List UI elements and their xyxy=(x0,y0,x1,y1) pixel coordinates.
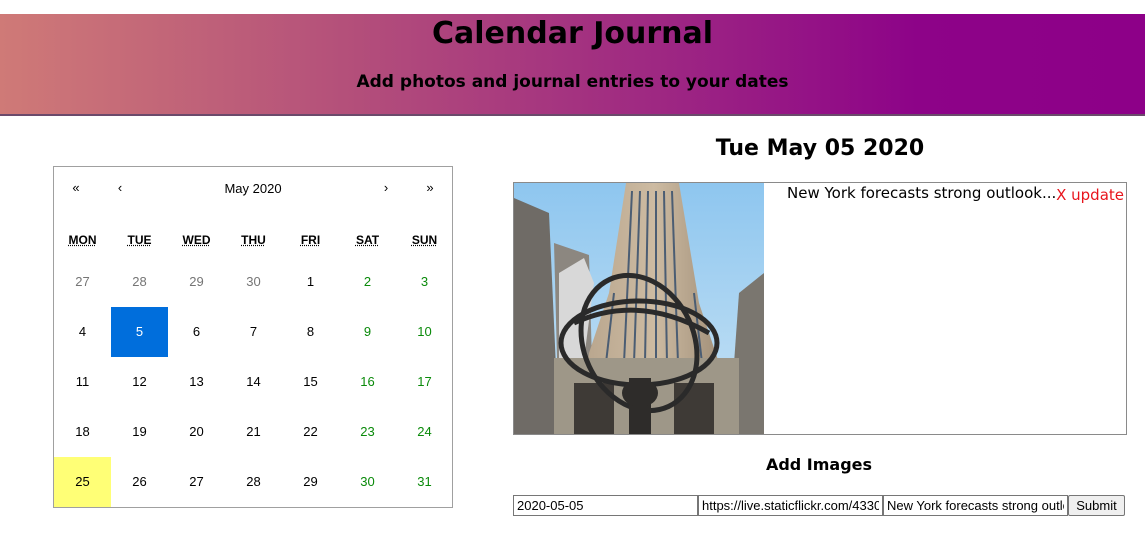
selected-date-title: Tue May 05 2020 xyxy=(715,136,925,161)
calendar-day[interactable]: 3 xyxy=(396,257,453,307)
calendar-day[interactable]: 20 xyxy=(168,407,225,457)
calendar-day[interactable]: 23 xyxy=(339,407,396,457)
calendar-day[interactable]: 10 xyxy=(396,307,453,357)
add-images-heading: Add Images xyxy=(765,455,873,474)
calendar: « ‹ May 2020 › » MON TUE WED THU FRI SAT… xyxy=(53,166,453,508)
calendar-day[interactable]: 12 xyxy=(111,357,168,407)
calendar-day[interactable]: 6 xyxy=(168,307,225,357)
calendar-day[interactable]: 30 xyxy=(225,257,282,307)
weekday-label: FRI xyxy=(300,233,321,247)
calendar-day[interactable]: 21 xyxy=(225,407,282,457)
prev-year-button[interactable]: « xyxy=(54,180,98,195)
calendar-day[interactable]: 27 xyxy=(168,457,225,507)
weekday-label: MON xyxy=(68,233,97,247)
next-month-button[interactable]: › xyxy=(364,180,408,195)
month-label[interactable]: May 2020 xyxy=(164,181,342,196)
calendar-day[interactable]: 31 xyxy=(396,457,453,507)
app-subtitle: Add photos and journal entries to your d… xyxy=(356,72,789,92)
weekday-label: TUE xyxy=(127,233,152,247)
calendar-day[interactable]: 2 xyxy=(339,257,396,307)
days-grid: 27 28 29 30 1 2 3 4 5 6 7 8 9 10 11 12 13 14 15 16 17 18 19 20 2… xyxy=(54,257,452,507)
calendar-day[interactable]: 4 xyxy=(54,307,111,357)
calendar-day[interactable]: 27 xyxy=(54,257,111,307)
app-title: Calendar Journal xyxy=(431,16,713,51)
calendar-day[interactable]: 22 xyxy=(282,407,339,457)
calendar-day[interactable]: 28 xyxy=(225,457,282,507)
calendar-day[interactable]: 17 xyxy=(396,357,453,407)
prev-month-button[interactable]: ‹ xyxy=(98,180,142,195)
entry-text-input[interactable] xyxy=(883,495,1068,516)
calendar-day[interactable]: 28 xyxy=(111,257,168,307)
calendar-day[interactable]: 16 xyxy=(339,357,396,407)
image-url-input[interactable] xyxy=(698,495,883,516)
entry-text: New York forecasts strong outlook... xyxy=(787,184,1057,202)
calendar-day[interactable]: 13 xyxy=(168,357,225,407)
calendar-day[interactable]: 26 xyxy=(111,457,168,507)
calendar-day[interactable]: 19 xyxy=(111,407,168,457)
weekday-label: THU xyxy=(241,233,266,247)
calendar-day-selected[interactable]: 5 xyxy=(111,307,168,357)
app-header: Calendar Journal Add photos and journal … xyxy=(0,14,1145,116)
next-year-button[interactable]: » xyxy=(408,180,452,195)
calendar-day[interactable]: 7 xyxy=(225,307,282,357)
calendar-day[interactable]: 18 xyxy=(54,407,111,457)
calendar-day[interactable]: 11 xyxy=(54,357,111,407)
calendar-day[interactable]: 14 xyxy=(225,357,282,407)
calendar-navigation: « ‹ May 2020 › » xyxy=(54,167,452,211)
calendar-day[interactable]: 29 xyxy=(282,457,339,507)
journal-entry: New York forecasts strong outlook... X u… xyxy=(513,182,1127,435)
calendar-day[interactable]: 15 xyxy=(282,357,339,407)
calendar-day[interactable]: 9 xyxy=(339,307,396,357)
weekday-label: SUN xyxy=(411,233,438,247)
weekday-label: WED xyxy=(182,233,211,247)
submit-button[interactable]: Submit xyxy=(1068,495,1125,516)
entry-photo xyxy=(514,183,764,434)
calendar-day-today[interactable]: 25 xyxy=(54,457,111,507)
weekday-header: MON TUE WED THU FRI SAT SUN xyxy=(54,233,452,253)
skyscraper-photo-icon xyxy=(514,183,764,434)
calendar-day[interactable]: 30 xyxy=(339,457,396,507)
calendar-day[interactable]: 29 xyxy=(168,257,225,307)
weekday-label: SAT xyxy=(355,233,380,247)
calendar-day[interactable]: 24 xyxy=(396,407,453,457)
date-input[interactable] xyxy=(513,495,698,516)
calendar-day[interactable]: 1 xyxy=(282,257,339,307)
calendar-day[interactable]: 8 xyxy=(282,307,339,357)
update-entry-link[interactable]: X update xyxy=(1056,186,1124,204)
